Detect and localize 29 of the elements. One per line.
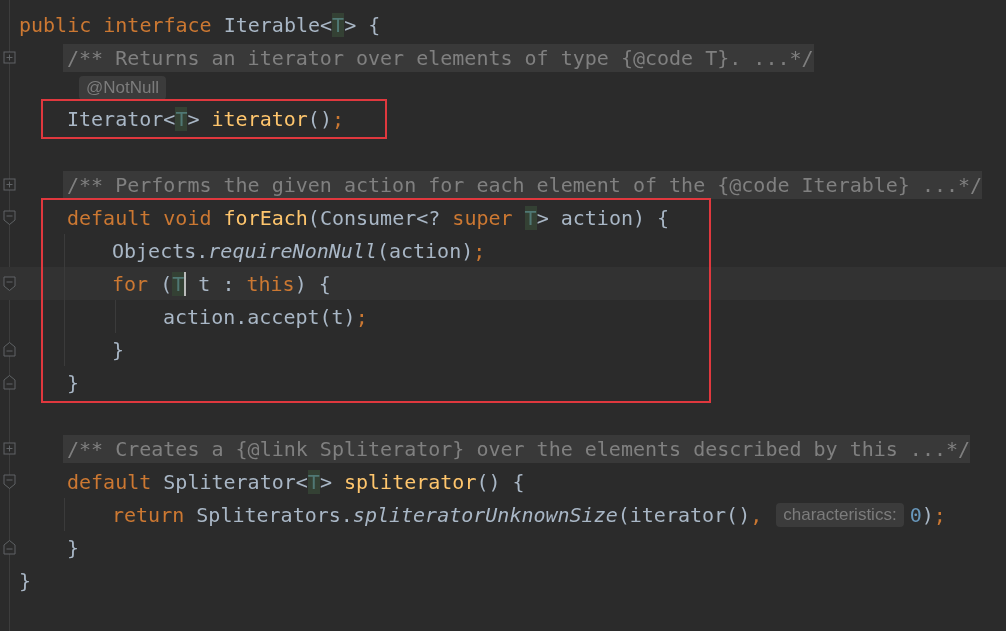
inlay-hint: @NotNull [79, 76, 166, 100]
fold-end-icon[interactable] [3, 342, 16, 357]
code-text: } [19, 568, 32, 593]
code-text: 0); [909, 502, 946, 527]
code-text: } [112, 337, 125, 362]
code-text: } [67, 370, 80, 395]
inlay-hint: characteristics: [776, 502, 904, 527]
code-text: Objects.requireNonNull(action); [112, 238, 486, 263]
code-text: } [67, 535, 80, 560]
fold-collapse-icon[interactable] [3, 210, 16, 225]
fold-end-icon[interactable] [3, 375, 16, 390]
fold-collapse-icon[interactable] [3, 276, 16, 291]
code-text: public interface Iterable<T> { [19, 12, 381, 37]
code-text: t : this) { [197, 271, 331, 296]
text-cursor [184, 271, 187, 296]
fold-expand-icon[interactable] [3, 177, 16, 192]
code-text: for (T [112, 271, 185, 296]
folded-comment[interactable]: /** Returns an iterator over elements of type {@code T}. ...*/ [63, 43, 814, 72]
fold-expand-icon[interactable] [3, 441, 16, 456]
fold-end-icon[interactable] [3, 540, 16, 555]
folded-comment[interactable]: /** Creates a {@link Spliterator} over the elements described by this ...*/ [63, 434, 971, 463]
code-text: Iterator<T> iterator(); [67, 106, 344, 131]
code-text: default void forEach(Consumer<? super T> action) { [67, 205, 670, 230]
folded-comment[interactable]: /** Performs the given action for each element of the {@code Iterable} ...*/ [63, 170, 983, 199]
fold-expand-icon[interactable] [3, 50, 16, 65]
fold-collapse-icon[interactable] [3, 474, 16, 489]
code-text: action.accept(t); [163, 304, 368, 329]
code-text: default Spliterator<T> spliterator() { [67, 469, 525, 494]
code-text: return Spliterators.spliteratorUnknownSize(iterator(), [112, 502, 763, 527]
